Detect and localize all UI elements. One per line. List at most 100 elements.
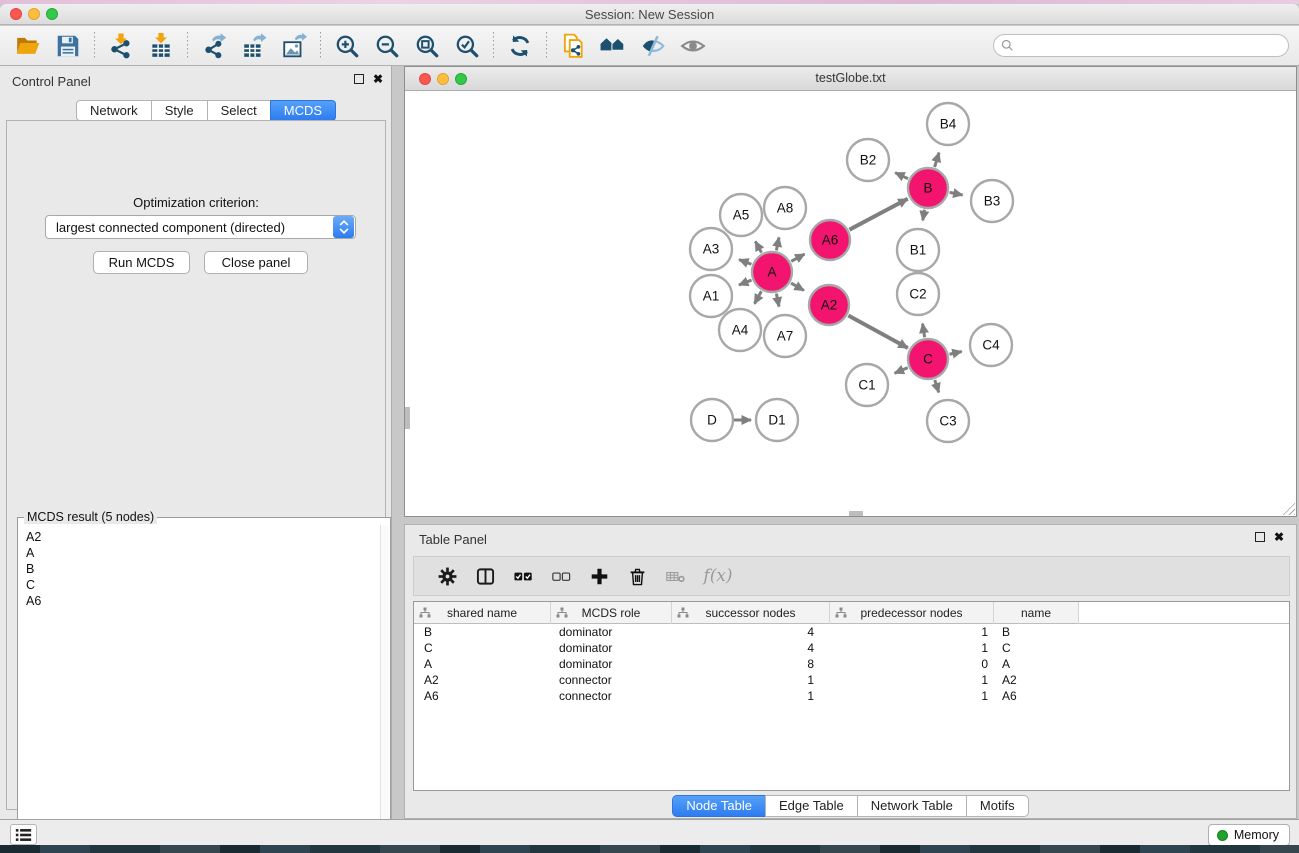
column-header-mcds-role[interactable]: MCDS role bbox=[551, 602, 672, 624]
memory-button[interactable]: Memory bbox=[1208, 824, 1290, 845]
table-row[interactable]: A2connector11A2 bbox=[414, 672, 1289, 688]
import-network-button[interactable] bbox=[101, 30, 141, 62]
column-header-name[interactable]: name bbox=[994, 602, 1079, 624]
graph-edge-C-C2[interactable] bbox=[923, 324, 925, 338]
show-log-button[interactable] bbox=[10, 824, 37, 845]
duplicate-network-icon bbox=[560, 33, 586, 59]
import-table-button[interactable] bbox=[141, 30, 181, 62]
graph-node-label: A7 bbox=[777, 329, 794, 344]
tab-network-table[interactable]: Network Table bbox=[857, 795, 967, 817]
run-mcds-button[interactable]: Run MCDS bbox=[93, 251, 190, 274]
graph-edge-C-C1[interactable] bbox=[895, 368, 908, 374]
show-panel-button[interactable] bbox=[673, 30, 713, 62]
close-panel-icon[interactable]: ✖ bbox=[373, 74, 383, 84]
graph-node-label: C3 bbox=[939, 414, 956, 429]
graph-edge-B-B3[interactable] bbox=[950, 192, 963, 195]
close-panel-button[interactable]: Close panel bbox=[204, 251, 308, 274]
home-view-button[interactable] bbox=[593, 30, 633, 62]
export-network-button[interactable] bbox=[194, 30, 234, 62]
add-column-button[interactable] bbox=[580, 561, 618, 591]
zoom-out-icon bbox=[374, 33, 400, 59]
table-row[interactable]: Bdominator41B bbox=[414, 624, 1289, 640]
memory-status-dot bbox=[1217, 830, 1228, 841]
mcds-result-item[interactable]: A bbox=[19, 545, 380, 561]
optimization-criterion-select[interactable]: largest connected component (directed) bbox=[45, 215, 356, 239]
graph-node-label: A2 bbox=[821, 298, 838, 313]
graph-node-label: A6 bbox=[822, 233, 839, 248]
table-row[interactable]: A6connector11A6 bbox=[414, 688, 1289, 704]
network-window-titlebar: testGlobe.txt bbox=[405, 67, 1296, 91]
graph-edge-B-B4[interactable] bbox=[935, 153, 939, 167]
graph-edge-A6-B[interactable] bbox=[849, 199, 907, 230]
mcds-result-item[interactable]: C bbox=[19, 577, 380, 593]
select-all-button[interactable] bbox=[504, 561, 542, 591]
tab-select[interactable]: Select bbox=[207, 100, 271, 121]
search-box[interactable] bbox=[993, 34, 1289, 57]
table-row[interactable]: Cdominator41C bbox=[414, 640, 1289, 656]
graph-edge-A-A4[interactable] bbox=[754, 291, 761, 303]
mcds-result-item[interactable]: A6 bbox=[19, 593, 380, 609]
graph-edge-B-B2[interactable] bbox=[895, 173, 908, 179]
float-panel-icon[interactable] bbox=[354, 74, 364, 84]
zoom-in-button[interactable] bbox=[327, 30, 367, 62]
network-canvas[interactable]: B4B2BB3A5A8A6B1A3AC2A1A2A4A7CC4C1C3DD1 bbox=[405, 91, 1296, 516]
delete-column-button[interactable] bbox=[618, 561, 656, 591]
mcds-scrollbar-track[interactable] bbox=[380, 525, 389, 845]
column-header-successor-nodes[interactable]: successor nodes bbox=[672, 602, 830, 624]
zoom-fit-button[interactable] bbox=[407, 30, 447, 62]
horizontal-scrollbar-nub[interactable] bbox=[849, 511, 863, 516]
graph-edge-A-A7[interactable] bbox=[776, 294, 779, 307]
graph-edge-A2-C[interactable] bbox=[848, 316, 907, 348]
graph-node-label: A5 bbox=[733, 208, 750, 223]
duplicate-network-button[interactable] bbox=[553, 30, 593, 62]
zoom-in-icon bbox=[334, 33, 360, 59]
graph-edge-A-A3[interactable] bbox=[739, 260, 751, 265]
open-folder-icon bbox=[15, 33, 41, 59]
graph-edge-A-A1[interactable] bbox=[739, 280, 752, 285]
column-header-shared-name[interactable]: shared name bbox=[414, 602, 551, 624]
tab-motifs[interactable]: Motifs bbox=[966, 795, 1029, 817]
graph-edge-C-C3[interactable] bbox=[935, 380, 939, 393]
workspace: Control Panel ✖ Network Style Select MCD… bbox=[0, 66, 1299, 819]
vertical-scrollbar-nub[interactable] bbox=[405, 407, 410, 429]
hide-panel-button[interactable] bbox=[633, 30, 673, 62]
search-input[interactable] bbox=[1014, 36, 1288, 55]
tab-network[interactable]: Network bbox=[76, 100, 152, 121]
function-builder-button: f(x) bbox=[694, 561, 742, 591]
export-image-button[interactable] bbox=[274, 30, 314, 62]
close-table-panel-icon[interactable]: ✖ bbox=[1274, 532, 1284, 542]
tab-edge-table[interactable]: Edge Table bbox=[765, 795, 858, 817]
table-cell: B bbox=[994, 624, 1079, 640]
graph-edge-A-A6[interactable] bbox=[791, 254, 804, 261]
mcds-result-item[interactable]: A2 bbox=[19, 529, 380, 545]
desktop-wallpaper-bottom bbox=[0, 845, 1299, 853]
refresh-layout-button[interactable] bbox=[500, 30, 540, 62]
table-cell: connector bbox=[551, 672, 672, 688]
column-header-predecessor-nodes[interactable]: predecessor nodes bbox=[830, 602, 994, 624]
zoom-selected-button[interactable] bbox=[447, 30, 487, 62]
checked-boxes-icon bbox=[514, 567, 533, 586]
graph-edge-A-A5[interactable] bbox=[755, 241, 761, 252]
window-title: Session: New Session bbox=[0, 7, 1299, 22]
graph-edge-C-C4[interactable] bbox=[949, 352, 961, 355]
table-cell: 8 bbox=[672, 656, 830, 672]
column-layout-button[interactable] bbox=[466, 561, 504, 591]
mcds-result-item[interactable]: B bbox=[19, 561, 380, 577]
export-image-icon bbox=[281, 33, 307, 59]
tab-node-table[interactable]: Node Table bbox=[672, 795, 766, 817]
table-settings-button[interactable] bbox=[428, 561, 466, 591]
open-session-button[interactable] bbox=[8, 30, 48, 62]
graph-edge-A-A8[interactable] bbox=[776, 237, 779, 250]
graph-edge-A-A2[interactable] bbox=[791, 283, 804, 290]
deselect-all-button[interactable] bbox=[542, 561, 580, 591]
zoom-out-button[interactable] bbox=[367, 30, 407, 62]
export-table-button[interactable] bbox=[234, 30, 274, 62]
table-panel: Table Panel ✖ bbox=[404, 524, 1297, 819]
float-table-panel-icon[interactable] bbox=[1255, 532, 1265, 542]
table-row[interactable]: Adominator80A bbox=[414, 656, 1289, 672]
tab-style[interactable]: Style bbox=[151, 100, 208, 121]
table-cell: A bbox=[994, 656, 1079, 672]
graph-edge-B-B1[interactable] bbox=[923, 210, 925, 221]
save-session-button[interactable] bbox=[48, 30, 88, 62]
tab-mcds[interactable]: MCDS bbox=[270, 100, 336, 121]
